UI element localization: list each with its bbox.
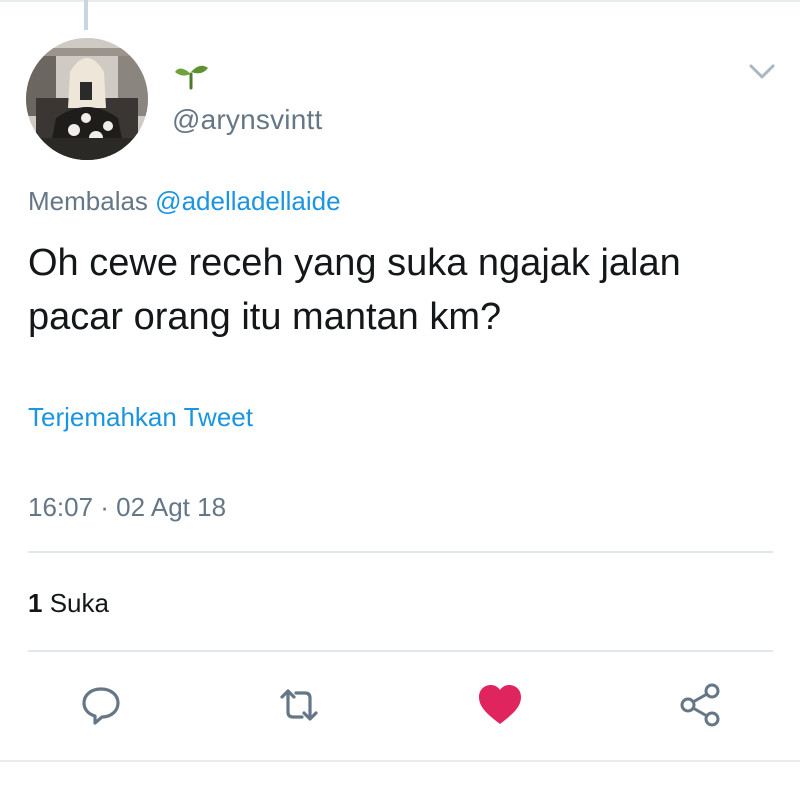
share-icon [680,683,720,727]
likes-stat[interactable]: 1 Suka [28,588,109,619]
reply-button[interactable] [76,680,126,730]
display-name [172,60,212,90]
like-label: Suka [49,588,109,618]
user-handle[interactable]: @arynsvintt [172,104,322,136]
reply-prefix: Membalas [28,186,148,216]
like-button[interactable] [475,680,525,730]
thread-connector-line [84,0,88,30]
tweet-timestamp[interactable]: 16:07 · 02 Agt 18 [28,492,226,523]
tweet-detail-view: @arynsvintt Membalas @adelladellaide Oh … [0,0,800,800]
top-border [0,0,800,2]
tweet-text: Oh cewe receh yang suka ngajak jalan pac… [28,242,681,338]
bottom-divider [0,760,800,762]
speech-bubble-icon [82,687,120,725]
share-button[interactable] [676,680,726,730]
avatar[interactable] [26,38,148,160]
chevron-down-icon [749,64,775,79]
divider [28,650,773,652]
reply-context: Membalas @adelladellaide [28,186,341,217]
retweet-button[interactable] [274,680,324,730]
like-count: 1 [28,588,43,618]
reply-mention-link[interactable]: @adelladellaide [155,186,340,216]
retweet-icon [280,689,318,721]
heart-icon [479,685,521,724]
divider [28,551,773,553]
translate-tweet-link[interactable]: Terjemahkan Tweet [28,402,253,433]
more-options-caret[interactable] [746,58,778,84]
avatar-photo-icon [26,38,148,160]
sprout-icon [175,65,208,90]
